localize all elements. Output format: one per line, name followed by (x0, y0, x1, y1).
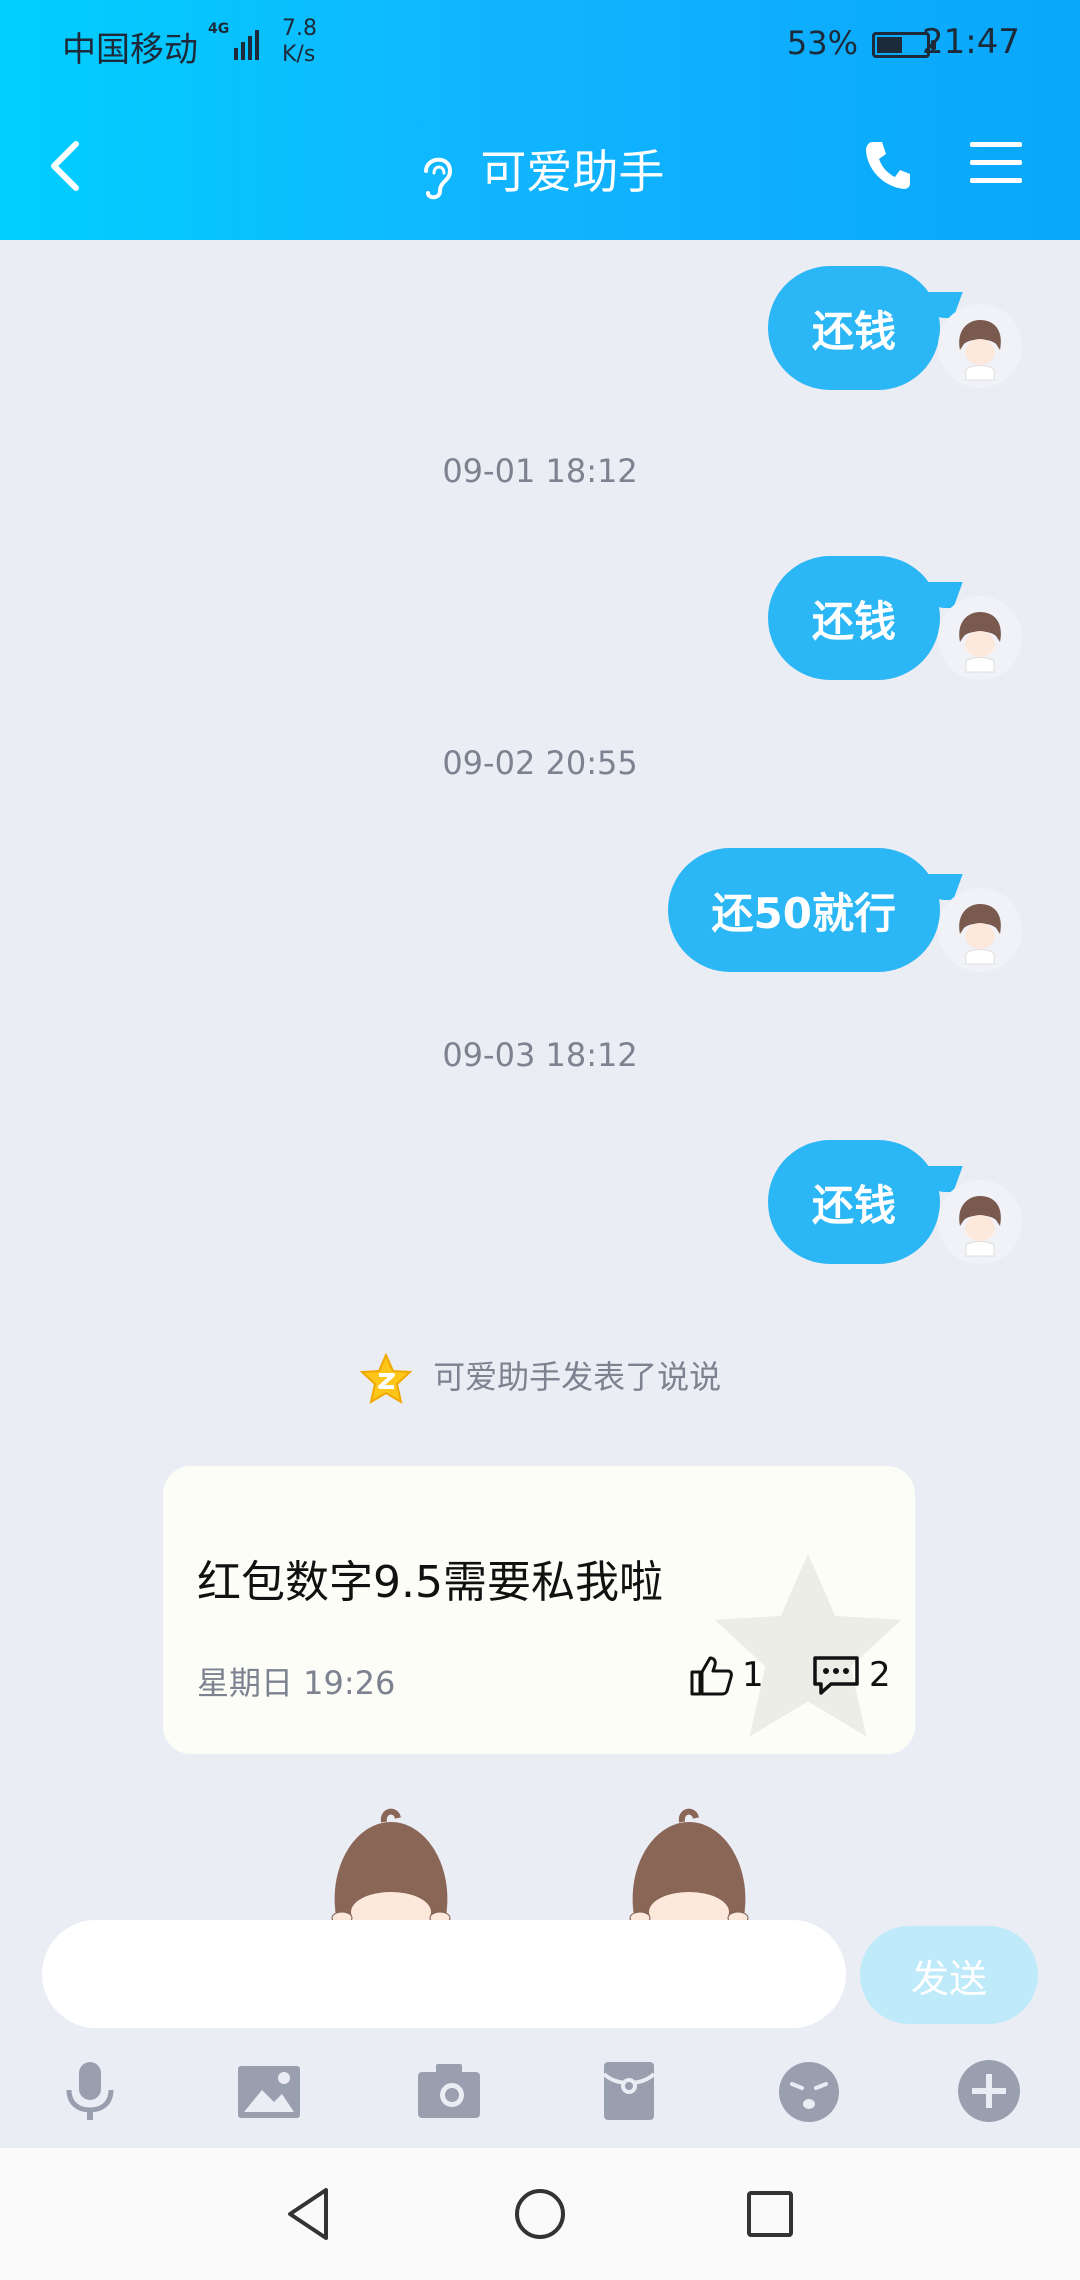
message-text: 还钱 (811, 596, 896, 646)
battery-fill (877, 37, 902, 53)
avatar[interactable] (938, 304, 1022, 388)
nav-back-icon[interactable] (280, 2184, 340, 2244)
red-packet-icon[interactable] (594, 2056, 664, 2126)
avatar-image (959, 320, 1001, 381)
network-speed: 7.8 K/s (282, 16, 317, 68)
message-text: 还钱 (811, 1180, 896, 1230)
post-card[interactable]: 红包数字9.5需要私我啦 星期日 19:26 1 2 (163, 1466, 915, 1754)
ear-icon[interactable] (416, 151, 456, 201)
emoji-icon[interactable] (774, 2056, 844, 2126)
battery-percent: 53% (786, 24, 858, 62)
sticker-character (326, 1806, 456, 1924)
thumbs-up-icon (690, 1656, 733, 1696)
message-timestamp: 09-03 18:12 (442, 1036, 638, 1074)
avatar[interactable] (938, 596, 1022, 680)
network-type: 4G (208, 21, 230, 37)
avatar[interactable] (938, 1180, 1022, 1264)
like-button[interactable]: 1 (688, 1652, 764, 1698)
chat-title: 可爱助手 (0, 136, 1080, 202)
avatar[interactable] (938, 888, 1022, 972)
signal-icon (234, 30, 259, 60)
like-count: 1 (742, 1655, 764, 1695)
carrier-label: 中国移动 (62, 30, 198, 70)
qzone-watermark-icon (714, 1553, 902, 1737)
speed-unit: K/s (282, 42, 316, 67)
plus-icon[interactable] (954, 2056, 1024, 2126)
qzone-star-icon (359, 1352, 413, 1405)
message-input[interactable] (42, 1920, 846, 2028)
camera-icon[interactable] (414, 2056, 484, 2126)
comment-count: 2 (869, 1655, 891, 1695)
system-navbar (0, 2148, 1080, 2280)
title-bar: 可爱助手 (0, 92, 1080, 240)
nav-home-icon[interactable] (510, 2184, 570, 2244)
notice-text: 可爱助手发表了说说 (433, 1358, 722, 1396)
mic-icon[interactable] (55, 2056, 125, 2126)
message-bubble[interactable]: 还钱 (767, 556, 940, 680)
sticker-character-image (629, 1808, 749, 1924)
nav-recents-icon[interactable] (740, 2184, 800, 2244)
avatar-image (959, 1196, 1001, 1257)
avatar-image (959, 612, 1001, 673)
message-timestamp: 09-02 20:55 (442, 744, 638, 782)
clock: 21:47 (922, 22, 1020, 62)
avatar-image (959, 904, 1001, 965)
qzone-notice[interactable]: 可爱助手发表了说说 (0, 1352, 1080, 1406)
post-content: 红包数字9.5需要私我啦 (197, 1557, 663, 1608)
comment-icon (813, 1656, 859, 1695)
menu-icon[interactable] (968, 138, 1024, 188)
speed-value: 7.8 (282, 16, 317, 41)
sticker-character-image (331, 1808, 451, 1924)
sticker-character (624, 1806, 754, 1924)
message-bubble[interactable]: 还50就行 (667, 848, 940, 972)
header: 中国移动 4G 7.8 K/s 53% 21:47 可爱助手 (0, 0, 1080, 240)
message-text: 还钱 (811, 306, 896, 356)
comment-button[interactable]: 2 (811, 1652, 891, 1698)
chat-title-text: 可爱助手 (480, 145, 665, 199)
send-button[interactable]: 发送 (860, 1926, 1038, 2024)
input-area: 发送 (0, 1920, 1080, 2148)
post-time: 星期日 19:26 (197, 1664, 396, 1702)
message-timestamp: 09-01 18:12 (442, 452, 638, 490)
phone-icon[interactable] (862, 136, 914, 192)
image-icon[interactable] (234, 2056, 304, 2126)
status-bar: 中国移动 4G 7.8 K/s 53% 21:47 (0, 0, 1080, 92)
message-text: 还50就行 (711, 888, 896, 938)
message-bubble[interactable]: 还钱 (767, 266, 940, 390)
message-bubble[interactable]: 还钱 (767, 1140, 940, 1264)
